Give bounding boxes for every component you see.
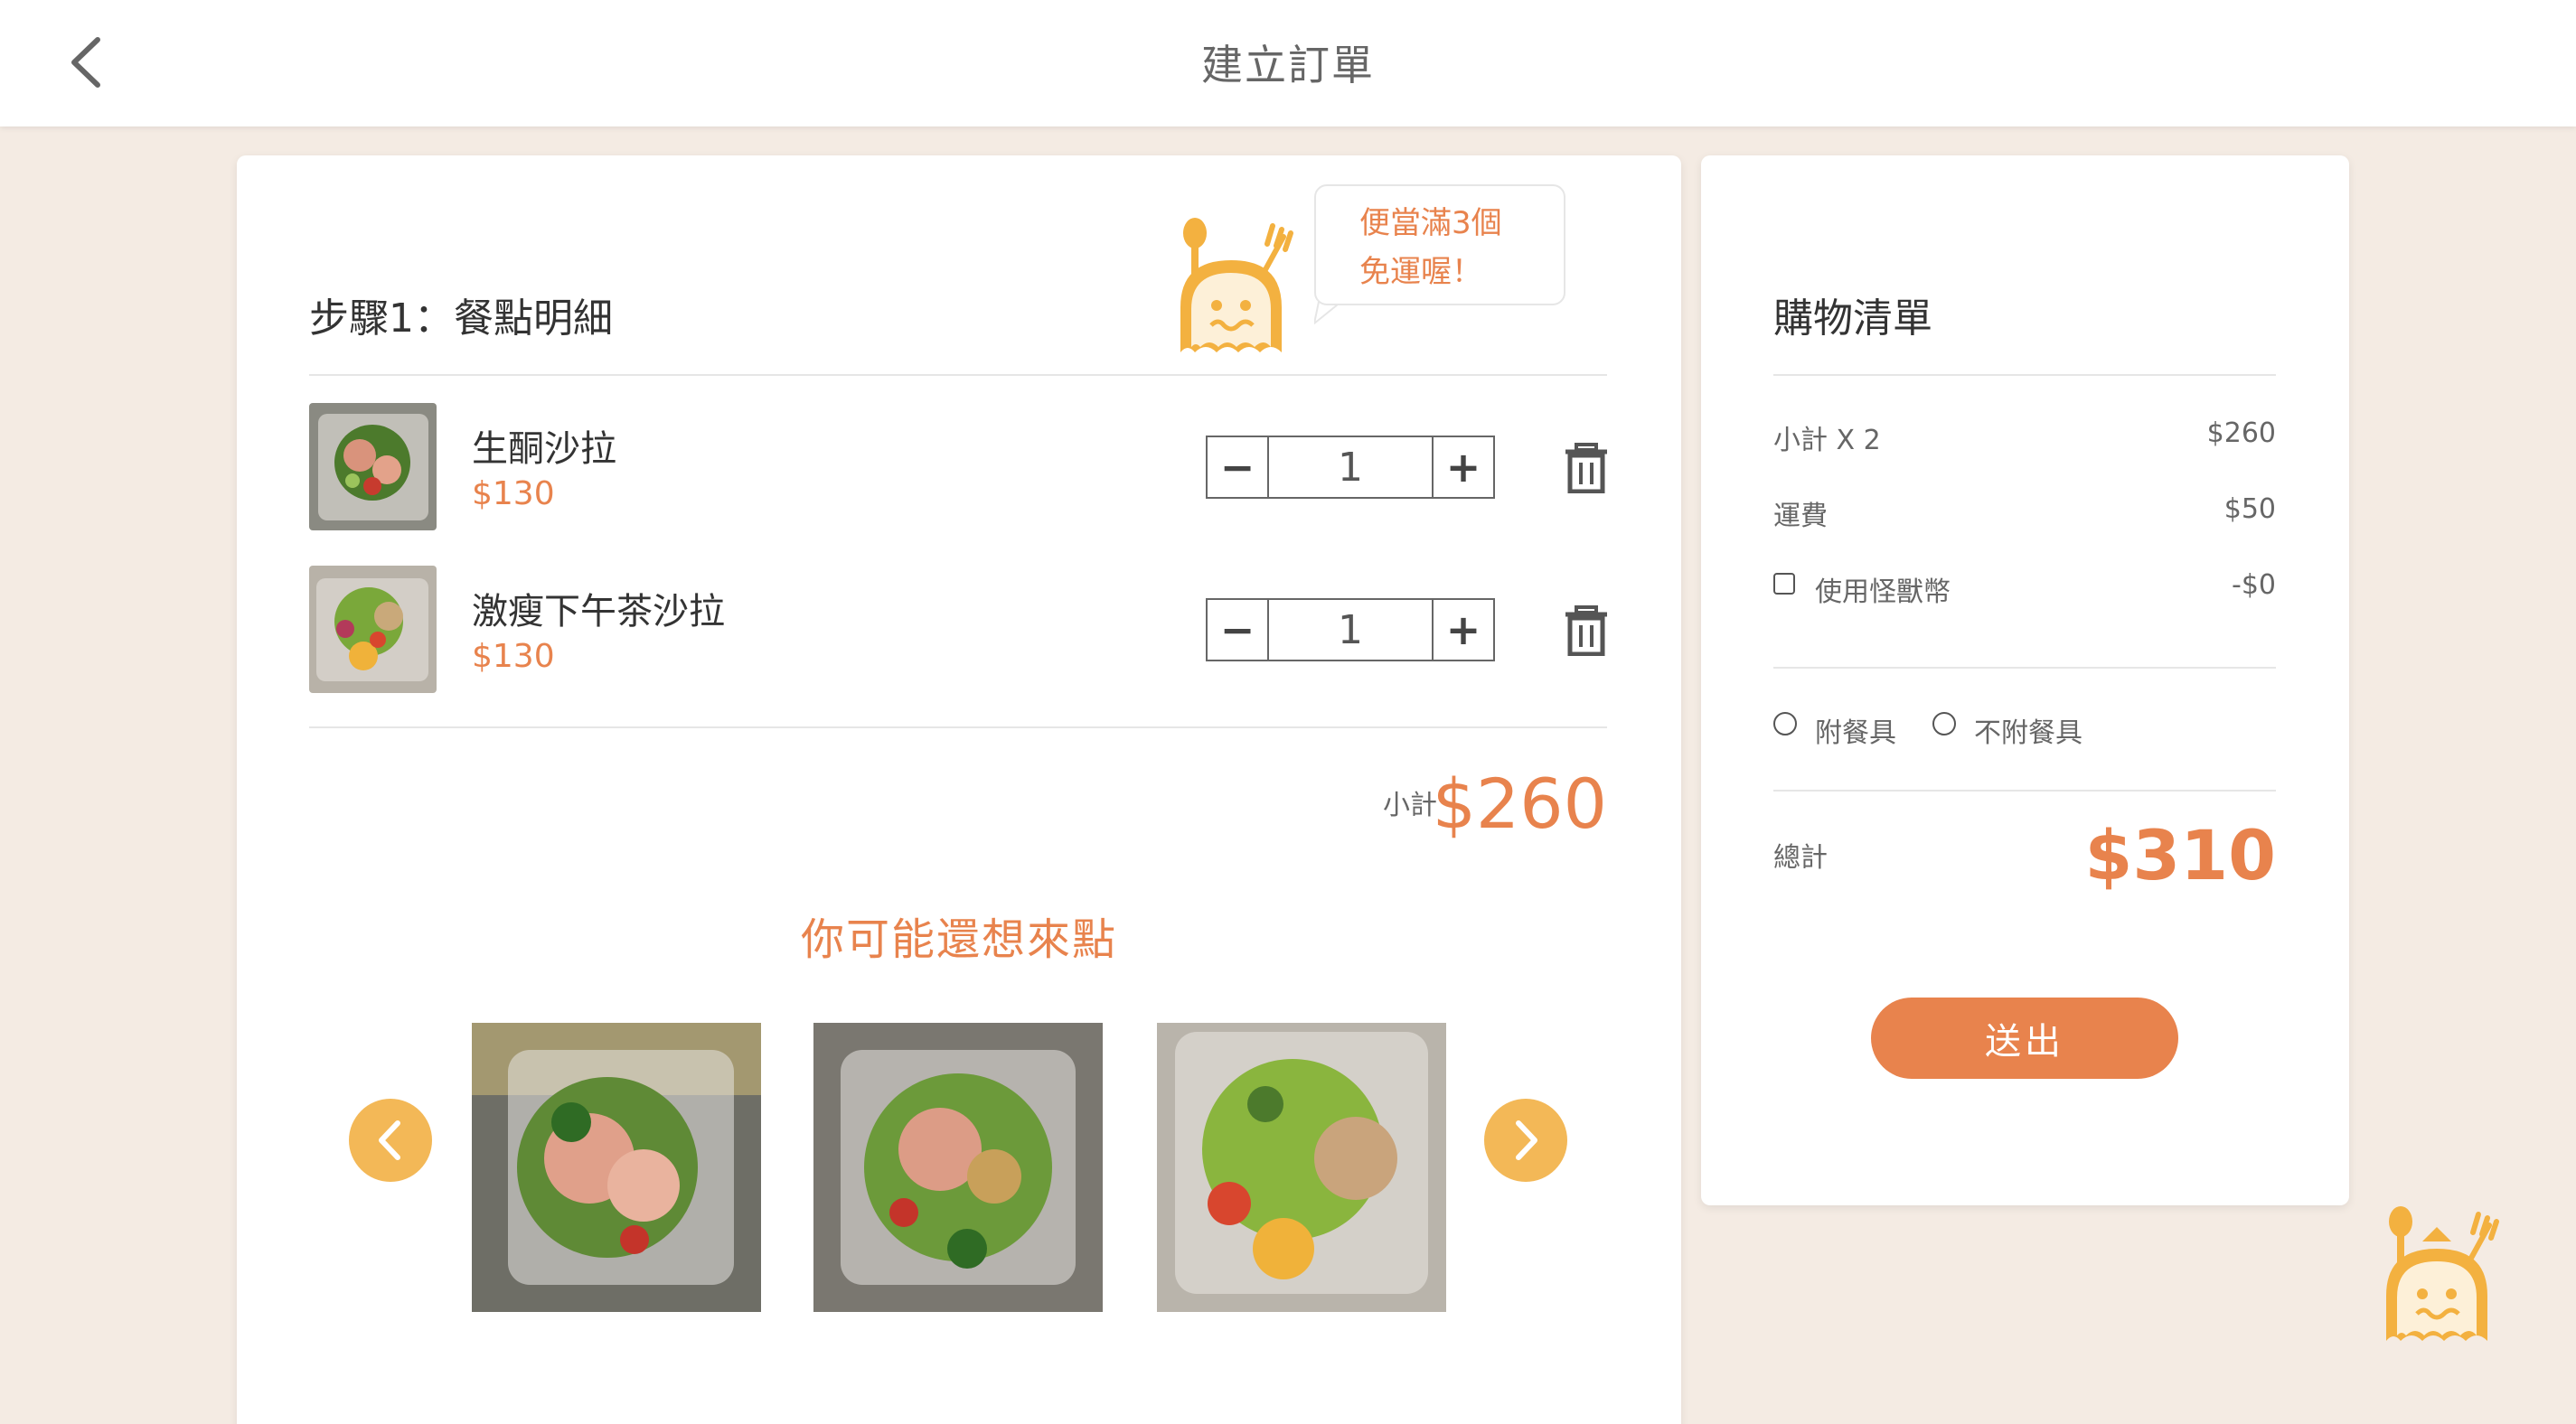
suggested-item-image[interactable] <box>813 1023 1103 1312</box>
subtotal-label: 小計 <box>1383 790 1437 821</box>
promo-line-2: 免運喔！ <box>1359 254 1482 290</box>
total-label: 總計 <box>1773 842 1828 874</box>
with-utensils-label[interactable]: 附餐具 <box>1815 710 1896 750</box>
total-value: $310 <box>2084 815 2276 895</box>
monster-coin-checkbox[interactable] <box>1773 573 1795 595</box>
subtotal-count-value: $260 <box>2206 417 2276 449</box>
decrease-button[interactable]: − <box>1208 437 1269 497</box>
trash-icon[interactable] <box>1564 605 1609 656</box>
suggestions-title: 你可能還想來點 <box>800 914 1117 965</box>
quantity-value[interactable]: 1 <box>1269 600 1432 660</box>
quantity-stepper: − 1 + <box>1206 598 1495 661</box>
ghost-mascot-icon[interactable] <box>2377 1205 2505 1350</box>
shipping-label: 運費 <box>1773 501 1828 532</box>
monster-coin-value: -$0 <box>2232 569 2276 601</box>
step-title: 步驟1：餐點明細 <box>309 295 613 342</box>
item-thumbnail <box>309 403 437 530</box>
divider <box>1773 667 2276 669</box>
item-thumbnail <box>309 566 437 693</box>
item-name: 激瘦下午茶沙拉 <box>472 591 725 632</box>
item-price: $130 <box>472 475 555 512</box>
without-utensils-radio[interactable] <box>1932 712 1956 735</box>
quantity-value[interactable]: 1 <box>1269 437 1432 497</box>
trash-icon[interactable] <box>1564 443 1609 493</box>
promo-bubble: 便當滿3個 免運喔！ <box>1314 184 1565 305</box>
increase-button[interactable]: + <box>1432 437 1493 497</box>
suggested-item-image[interactable] <box>1157 1023 1446 1312</box>
chevron-left-icon <box>379 1120 400 1160</box>
top-bar: 建立訂單 <box>0 0 2576 126</box>
subtotal-value: $260 <box>1432 764 1607 844</box>
shipping-value: $50 <box>2223 493 2276 525</box>
item-price: $130 <box>472 638 555 675</box>
chevron-right-icon <box>1516 1120 1537 1160</box>
with-utensils-radio[interactable] <box>1773 712 1797 735</box>
carousel-prev-button[interactable] <box>349 1099 432 1182</box>
divider <box>1773 374 2276 376</box>
subtotal-count-label: 小計 X 2 <box>1773 425 1881 456</box>
divider <box>309 374 1607 376</box>
suggested-item-image[interactable] <box>472 1023 761 1312</box>
increase-button[interactable]: + <box>1432 600 1493 660</box>
item-name: 生酮沙拉 <box>472 428 616 470</box>
submit-button[interactable]: 送出 <box>1871 998 2178 1079</box>
ghost-mascot-icon <box>1180 218 1293 352</box>
promo-line-1: 便當滿3個 <box>1359 205 1502 241</box>
page-title: 建立訂單 <box>1201 41 1375 89</box>
divider <box>1773 790 2276 792</box>
without-utensils-label[interactable]: 不附餐具 <box>1974 710 2082 750</box>
shopping-list-title: 購物清單 <box>1773 295 1932 342</box>
carousel-next-button[interactable] <box>1484 1099 1567 1182</box>
monster-coin-label[interactable]: 使用怪獸幣 <box>1815 569 1951 609</box>
divider <box>309 726 1607 728</box>
quantity-stepper: − 1 + <box>1206 436 1495 499</box>
decrease-button[interactable]: − <box>1208 600 1269 660</box>
